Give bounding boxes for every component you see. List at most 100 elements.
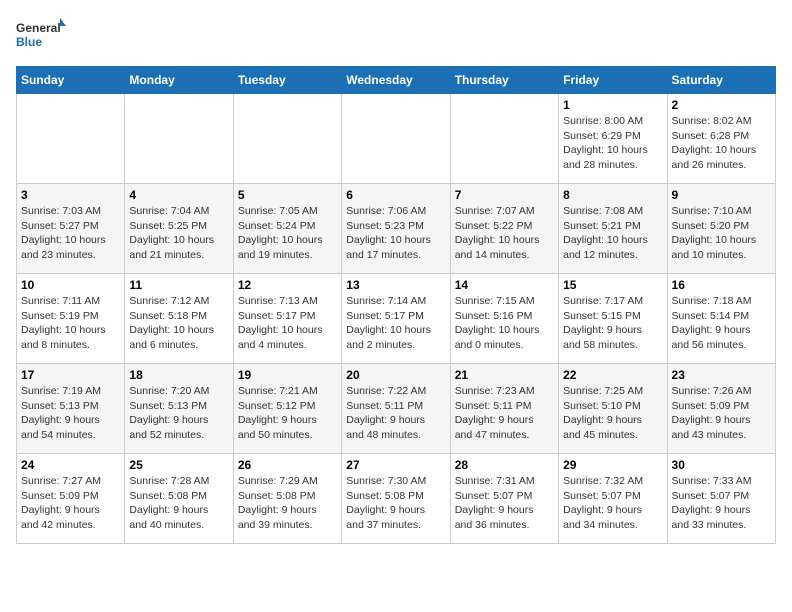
weekday-header-thursday: Thursday [450,67,558,94]
day-info: Sunrise: 7:13 AM Sunset: 5:17 PM Dayligh… [238,294,337,353]
day-info: Sunrise: 7:05 AM Sunset: 5:24 PM Dayligh… [238,204,337,263]
day-number: 5 [238,188,337,202]
weekday-header-monday: Monday [125,67,233,94]
calendar-cell: 16 Sunrise: 7:18 AM Sunset: 5:14 PM Dayli… [667,274,775,364]
day-info: Sunrise: 7:29 AM Sunset: 5:08 PM Dayligh… [238,474,337,533]
calendar-cell: 17 Sunrise: 7:19 AM Sunset: 5:13 PM Dayli… [17,364,125,454]
day-info: Sunrise: 7:14 AM Sunset: 5:17 PM Dayligh… [346,294,445,353]
calendar-cell: 26 Sunrise: 7:29 AM Sunset: 5:08 PM Dayli… [233,454,341,544]
day-number: 1 [563,98,662,112]
day-number: 3 [21,188,120,202]
calendar-cell: 8 Sunrise: 7:08 AM Sunset: 5:21 PM Daylig… [559,184,667,274]
day-number: 16 [672,278,771,292]
day-info: Sunrise: 7:06 AM Sunset: 5:23 PM Dayligh… [346,204,445,263]
svg-text:Blue: Blue [16,35,42,49]
weekday-header-row: SundayMondayTuesdayWednesdayThursdayFrid… [17,67,776,94]
day-number: 21 [455,368,554,382]
calendar-cell: 22 Sunrise: 7:25 AM Sunset: 5:10 PM Dayli… [559,364,667,454]
calendar-cell: 20 Sunrise: 7:22 AM Sunset: 5:11 PM Dayli… [342,364,450,454]
day-number: 23 [672,368,771,382]
calendar-cell: 2 Sunrise: 8:02 AM Sunset: 6:28 PM Daylig… [667,94,775,184]
day-number: 12 [238,278,337,292]
day-number: 13 [346,278,445,292]
calendar-cell: 25 Sunrise: 7:28 AM Sunset: 5:08 PM Dayli… [125,454,233,544]
calendar-cell: 14 Sunrise: 7:15 AM Sunset: 5:16 PM Dayli… [450,274,558,364]
weekday-header-wednesday: Wednesday [342,67,450,94]
day-number: 28 [455,458,554,472]
day-info: Sunrise: 7:25 AM Sunset: 5:10 PM Dayligh… [563,384,662,443]
calendar-cell: 9 Sunrise: 7:10 AM Sunset: 5:20 PM Daylig… [667,184,775,274]
weekday-header-tuesday: Tuesday [233,67,341,94]
day-info: Sunrise: 7:26 AM Sunset: 5:09 PM Dayligh… [672,384,771,443]
weekday-header-saturday: Saturday [667,67,775,94]
day-info: Sunrise: 7:21 AM Sunset: 5:12 PM Dayligh… [238,384,337,443]
day-number: 19 [238,368,337,382]
day-number: 14 [455,278,554,292]
day-info: Sunrise: 7:11 AM Sunset: 5:19 PM Dayligh… [21,294,120,353]
day-number: 4 [129,188,228,202]
calendar-cell: 15 Sunrise: 7:17 AM Sunset: 5:15 PM Dayli… [559,274,667,364]
calendar-cell [17,94,125,184]
calendar-cell: 13 Sunrise: 7:14 AM Sunset: 5:17 PM Dayli… [342,274,450,364]
day-info: Sunrise: 7:30 AM Sunset: 5:08 PM Dayligh… [346,474,445,533]
day-number: 30 [672,458,771,472]
calendar-week-2: 3 Sunrise: 7:03 AM Sunset: 5:27 PM Daylig… [17,184,776,274]
day-number: 25 [129,458,228,472]
day-info: Sunrise: 7:15 AM Sunset: 5:16 PM Dayligh… [455,294,554,353]
calendar-cell: 11 Sunrise: 7:12 AM Sunset: 5:18 PM Dayli… [125,274,233,364]
calendar-week-1: 1 Sunrise: 8:00 AM Sunset: 6:29 PM Daylig… [17,94,776,184]
calendar-cell: 30 Sunrise: 7:33 AM Sunset: 5:07 PM Dayli… [667,454,775,544]
day-number: 27 [346,458,445,472]
svg-text:General: General [16,21,61,35]
day-info: Sunrise: 7:33 AM Sunset: 5:07 PM Dayligh… [672,474,771,533]
day-number: 11 [129,278,228,292]
calendar-cell: 27 Sunrise: 7:30 AM Sunset: 5:08 PM Dayli… [342,454,450,544]
day-info: Sunrise: 7:03 AM Sunset: 5:27 PM Dayligh… [21,204,120,263]
day-info: Sunrise: 7:28 AM Sunset: 5:08 PM Dayligh… [129,474,228,533]
calendar-cell: 7Sunrise: 7:07 AM Sunset: 5:22 PM Daylig… [450,184,558,274]
calendar-cell: 18 Sunrise: 7:20 AM Sunset: 5:13 PM Dayli… [125,364,233,454]
day-info: Sunrise: 7:10 AM Sunset: 5:20 PM Dayligh… [672,204,771,263]
weekday-header-sunday: Sunday [17,67,125,94]
calendar-cell: 1 Sunrise: 8:00 AM Sunset: 6:29 PM Daylig… [559,94,667,184]
day-number: 9 [672,188,771,202]
day-info: Sunrise: 8:00 AM Sunset: 6:29 PM Dayligh… [563,114,662,173]
calendar-table: SundayMondayTuesdayWednesdayThursdayFrid… [16,66,776,544]
day-info: Sunrise: 7:27 AM Sunset: 5:09 PM Dayligh… [21,474,120,533]
weekday-header-friday: Friday [559,67,667,94]
day-number: 24 [21,458,120,472]
calendar-week-3: 10 Sunrise: 7:11 AM Sunset: 5:19 PM Dayli… [17,274,776,364]
day-info: Sunrise: 7:20 AM Sunset: 5:13 PM Dayligh… [129,384,228,443]
day-number: 15 [563,278,662,292]
calendar-week-4: 17 Sunrise: 7:19 AM Sunset: 5:13 PM Dayli… [17,364,776,454]
day-number: 6 [346,188,445,202]
calendar-cell [125,94,233,184]
day-info: Sunrise: 8:02 AM Sunset: 6:28 PM Dayligh… [672,114,771,173]
day-number: 18 [129,368,228,382]
day-info: Sunrise: 7:18 AM Sunset: 5:14 PM Dayligh… [672,294,771,353]
calendar-cell: 23 Sunrise: 7:26 AM Sunset: 5:09 PM Dayli… [667,364,775,454]
day-number: 2 [672,98,771,112]
day-info: Sunrise: 7:22 AM Sunset: 5:11 PM Dayligh… [346,384,445,443]
day-info: Sunrise: 7:32 AM Sunset: 5:07 PM Dayligh… [563,474,662,533]
day-number: 8 [563,188,662,202]
calendar-cell: 4 Sunrise: 7:04 AM Sunset: 5:25 PM Daylig… [125,184,233,274]
day-number: 29 [563,458,662,472]
calendar-week-5: 24 Sunrise: 7:27 AM Sunset: 5:09 PM Dayli… [17,454,776,544]
day-number: 26 [238,458,337,472]
day-info: Sunrise: 7:08 AM Sunset: 5:21 PM Dayligh… [563,204,662,263]
calendar-cell [233,94,341,184]
calendar-cell: 21Sunrise: 7:23 AM Sunset: 5:11 PM Dayli… [450,364,558,454]
day-number: 20 [346,368,445,382]
day-info: Sunrise: 7:17 AM Sunset: 5:15 PM Dayligh… [563,294,662,353]
logo-icon: General Blue [16,16,66,54]
day-number: 17 [21,368,120,382]
day-info: Sunrise: 7:19 AM Sunset: 5:13 PM Dayligh… [21,384,120,443]
day-info: Sunrise: 7:12 AM Sunset: 5:18 PM Dayligh… [129,294,228,353]
calendar-cell: 3 Sunrise: 7:03 AM Sunset: 5:27 PM Daylig… [17,184,125,274]
day-info: Sunrise: 7:04 AM Sunset: 5:25 PM Dayligh… [129,204,228,263]
day-info: Sunrise: 7:31 AM Sunset: 5:07 PM Dayligh… [455,474,554,533]
day-number: 22 [563,368,662,382]
day-number: 10 [21,278,120,292]
day-info: Sunrise: 7:07 AM Sunset: 5:22 PM Dayligh… [455,204,554,263]
